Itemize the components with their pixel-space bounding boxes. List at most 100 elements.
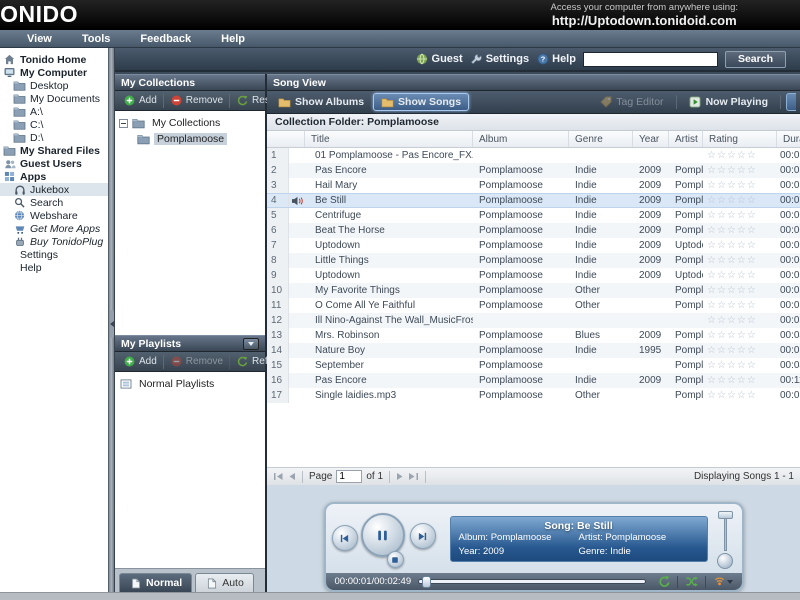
remove-button[interactable]: Remove <box>164 94 230 108</box>
song-rating[interactable]: ☆☆☆☆☆ <box>703 178 777 193</box>
sidebar-item-jukebox[interactable]: Jukebox <box>0 183 108 196</box>
column-header-artist[interactable]: Artist <box>669 131 703 147</box>
song-rating[interactable]: ☆☆☆☆☆ <box>703 313 777 328</box>
song-rating[interactable]: ☆☆☆☆☆ <box>703 208 777 223</box>
song-row[interactable]: 14Nature BoyPomplamooseIndie1995Pompl...… <box>267 343 800 358</box>
remove-button[interactable]: Remove <box>164 355 230 369</box>
collapse-icon[interactable] <box>119 119 128 128</box>
song-row[interactable]: 6Beat The HorsePomplamooseIndie2009Pompl… <box>267 223 800 238</box>
collections-root-node[interactable]: My Collections <box>115 115 265 131</box>
tab-normal[interactable]: Normal <box>119 573 192 592</box>
song-rating[interactable]: ☆☆☆☆☆ <box>703 283 777 298</box>
sidebar-item-search[interactable]: Search <box>0 196 108 209</box>
song-row[interactable]: 7UptodownPomplamooseIndie2009Uptodo☆☆☆☆☆… <box>267 238 800 253</box>
repeat-button[interactable] <box>657 575 670 588</box>
column-header-title[interactable]: Title <box>305 131 473 147</box>
song-rating[interactable]: ☆☆☆☆☆ <box>703 148 777 163</box>
song-row[interactable]: 12Ill Nino-Against The Wall_MusicFrost.m… <box>267 313 800 328</box>
collection-node-pomplamoose[interactable]: Pomplamoose <box>115 131 265 147</box>
prev-page-button[interactable] <box>288 472 296 481</box>
sidebar-item-buy-tonidoplug[interactable]: Buy TonidoPlug <box>0 235 108 248</box>
song-row[interactable]: 2Pas EncorePomplamooseIndie2009Pompl...☆… <box>267 163 800 178</box>
volume-slider-handle[interactable] <box>718 511 733 519</box>
sidebar-item-a[interactable]: A:\ <box>0 105 108 118</box>
song-row[interactable]: 9UptodownPomplamooseIndie2009Uptodo☆☆☆☆☆… <box>267 268 800 283</box>
song-rating[interactable]: ☆☆☆☆☆ <box>703 298 777 313</box>
sidebar-item-c[interactable]: C:\ <box>0 118 108 131</box>
sidebar-item-settings[interactable]: Settings <box>0 248 108 261</box>
song-row[interactable]: 17Single laidies.mp3PomplamooseOtherPomp… <box>267 388 800 403</box>
guest-button[interactable]: Guest <box>416 53 463 65</box>
song-row[interactable]: 15SeptemberPomplamoosePompl...☆☆☆☆☆00:04… <box>267 358 800 373</box>
song-row[interactable]: 3Hail MaryPomplamooseIndie2009Pompl...☆☆… <box>267 178 800 193</box>
next-page-button[interactable] <box>396 472 404 481</box>
song-row[interactable]: 5CentrifugePomplamooseIndie2009Pompl...☆… <box>267 208 800 223</box>
tag-editor-button[interactable]: Tag Editor <box>592 94 670 110</box>
column-header-genre[interactable]: Genre <box>569 131 633 147</box>
add-button[interactable]: Add <box>117 94 164 108</box>
help-button[interactable]: ? Help <box>536 53 576 65</box>
search-input[interactable] <box>583 52 718 67</box>
stop-button[interactable] <box>387 551 404 568</box>
broadcast-button[interactable] <box>713 576 733 587</box>
sidebar-item-guest-users[interactable]: Guest Users <box>0 157 108 170</box>
sidebar-item-my-computer[interactable]: My Computer <box>0 66 108 79</box>
song-rating[interactable]: ☆☆☆☆☆ <box>703 343 777 358</box>
sidebar-item-tonido-home[interactable]: Tonido Home <box>0 53 108 66</box>
song-row[interactable]: 16Pas EncorePomplamooseIndie2009Pompl...… <box>267 373 800 388</box>
song-rating[interactable]: ☆☆☆☆☆ <box>703 194 777 207</box>
menu-item-view[interactable]: View <box>12 33 67 45</box>
sidebar-item-my-documents[interactable]: My Documents <box>0 92 108 105</box>
seek-track[interactable] <box>418 579 645 584</box>
song-row[interactable]: 8Little ThingsPomplamooseIndie2009Pompl.… <box>267 253 800 268</box>
search-button[interactable]: Search <box>725 51 786 68</box>
song-rating[interactable]: ☆☆☆☆☆ <box>703 388 777 403</box>
song-rating[interactable]: ☆☆☆☆☆ <box>703 253 777 268</box>
column-header-year[interactable]: Year <box>633 131 669 147</box>
menu-item-help[interactable]: Help <box>206 33 260 45</box>
column-header-blank[interactable] <box>267 131 305 147</box>
song-rating[interactable]: ☆☆☆☆☆ <box>703 268 777 283</box>
panel-splitter[interactable] <box>108 48 115 592</box>
sidebar-item-d[interactable]: D:\ <box>0 131 108 144</box>
now-playing-button[interactable]: Now Playing <box>682 94 775 110</box>
song-rating[interactable]: ☆☆☆☆☆ <box>703 373 777 388</box>
first-page-button[interactable] <box>273 472 284 481</box>
song-rating[interactable]: ☆☆☆☆☆ <box>703 223 777 238</box>
playlist-node-normal[interactable]: Normal Playlists <box>115 376 265 392</box>
song-row[interactable]: 10My Favorite ThingsPomplamooseOtherPomp… <box>267 283 800 298</box>
next-button[interactable] <box>410 523 436 549</box>
sidebar-item-webshare[interactable]: Webshare <box>0 209 108 222</box>
menu-item-tools[interactable]: Tools <box>67 33 126 45</box>
mute-knob[interactable] <box>717 553 733 569</box>
song-rating[interactable]: ☆☆☆☆☆ <box>703 358 777 373</box>
sidebar-item-desktop[interactable]: Desktop <box>0 79 108 92</box>
column-header-album[interactable]: Album <box>473 131 569 147</box>
page-number-input[interactable] <box>336 470 362 483</box>
show-songs-button[interactable]: Show Songs <box>373 93 469 111</box>
tab-auto[interactable]: Auto <box>195 573 254 592</box>
column-header-duration[interactable]: Duration <box>777 131 800 147</box>
song-row[interactable]: 4Be StillPomplamooseIndie2009Pompl...☆☆☆… <box>267 193 800 208</box>
sidebar-item-get-more-apps[interactable]: Get More Apps <box>0 222 108 235</box>
song-row[interactable]: 13Mrs. RobinsonPomplamooseBlues2009Pompl… <box>267 328 800 343</box>
song-rating[interactable]: ☆☆☆☆☆ <box>703 238 777 253</box>
settings-button[interactable]: Settings <box>470 53 529 65</box>
seek-handle[interactable] <box>422 576 431 588</box>
last-page-button[interactable] <box>408 472 419 481</box>
sidebar-item-apps[interactable]: Apps <box>0 170 108 183</box>
song-rating[interactable]: ☆☆☆☆☆ <box>703 328 777 343</box>
cut-off-toolbar-button[interactable] <box>786 93 796 111</box>
playlists-menu-button[interactable] <box>243 338 259 350</box>
menu-item-feedback[interactable]: Feedback <box>125 33 206 45</box>
show-albums-button[interactable]: Show Albums <box>271 94 371 110</box>
add-button[interactable]: Add <box>117 355 164 369</box>
song-row[interactable]: 101 Pomplamoose - Pas Encore_FX.wav☆☆☆☆☆… <box>267 148 800 163</box>
song-rating[interactable]: ☆☆☆☆☆ <box>703 163 777 178</box>
sidebar-item-help[interactable]: Help <box>0 261 108 274</box>
shuffle-button[interactable] <box>685 575 698 588</box>
song-row[interactable]: 11O Come All Ye FaithfulPomplamooseOther… <box>267 298 800 313</box>
sidebar-item-my-shared-files[interactable]: My Shared Files <box>0 144 108 157</box>
previous-button[interactable] <box>332 525 358 551</box>
column-header-rating[interactable]: Rating <box>703 131 777 147</box>
